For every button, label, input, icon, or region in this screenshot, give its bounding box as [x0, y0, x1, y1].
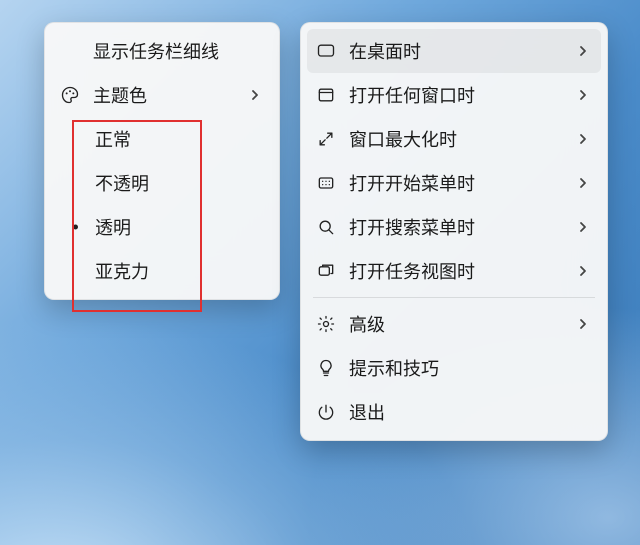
label: 透明 — [95, 214, 273, 240]
submenu-theme-color: 显示任务栏细线 主题色 正常 不透明 透明 亚克力 — [44, 22, 280, 300]
menu-item-window-maximized[interactable]: 窗口最大化时 — [307, 117, 601, 161]
menu-item-exit[interactable]: 退出 — [307, 390, 601, 434]
label: 打开搜索菜单时 — [349, 214, 565, 240]
menu-item-task-view-open[interactable]: 打开任务视图时 — [307, 249, 601, 293]
spacer-icon — [59, 40, 81, 62]
menu-item-any-window-open[interactable]: 打开任何窗口时 — [307, 73, 601, 117]
label: 主题色 — [93, 82, 237, 108]
label: 打开开始菜单时 — [349, 170, 565, 196]
power-icon — [315, 401, 337, 423]
selected-bullet-icon — [73, 225, 78, 230]
submenu-item-acrylic[interactable]: 亚克力 — [51, 249, 273, 293]
label: 打开任何窗口时 — [349, 82, 565, 108]
label: 在桌面时 — [349, 38, 565, 64]
search-icon — [315, 216, 337, 238]
menu-item-tips-tricks[interactable]: 提示和技巧 — [307, 346, 601, 390]
desktop-icon — [315, 40, 337, 62]
menu-item-show-thin-taskbar[interactable]: 显示任务栏细线 — [51, 29, 273, 73]
start-menu-icon — [315, 172, 337, 194]
label: 提示和技巧 — [349, 355, 591, 381]
lightbulb-icon — [315, 357, 337, 379]
label: 正常 — [95, 126, 273, 152]
menu-item-theme-color[interactable]: 主题色 — [51, 73, 273, 117]
label: 不透明 — [95, 170, 273, 196]
chevron-right-icon — [577, 173, 591, 194]
label: 高级 — [349, 311, 565, 337]
submenu-item-normal[interactable]: 正常 — [51, 117, 273, 161]
chevron-right-icon — [577, 314, 591, 335]
chevron-right-icon — [577, 41, 591, 62]
window-icon — [315, 84, 337, 106]
chevron-right-icon — [249, 85, 263, 106]
menu-item-start-menu-open[interactable]: 打开开始菜单时 — [307, 161, 601, 205]
label: 显示任务栏细线 — [93, 38, 263, 64]
menu-item-search-menu-open[interactable]: 打开搜索菜单时 — [307, 205, 601, 249]
chevron-right-icon — [577, 129, 591, 150]
label: 退出 — [349, 399, 591, 425]
task-view-icon — [315, 260, 337, 282]
label: 打开任务视图时 — [349, 258, 565, 284]
submenu-item-opaque[interactable]: 不透明 — [51, 161, 273, 205]
separator — [313, 297, 595, 298]
menu-item-advanced[interactable]: 高级 — [307, 302, 601, 346]
maximize-icon — [315, 128, 337, 150]
main-context-menu: 在桌面时 打开任何窗口时 窗口最大化时 打开开始菜单时 打开搜索菜单时 — [300, 22, 608, 441]
submenu-item-transparent[interactable]: 透明 — [51, 205, 273, 249]
gear-icon — [315, 313, 337, 335]
chevron-right-icon — [577, 261, 591, 282]
label: 亚克力 — [95, 258, 273, 284]
menu-item-on-desktop[interactable]: 在桌面时 — [307, 29, 601, 73]
chevron-right-icon — [577, 85, 591, 106]
palette-icon — [59, 84, 81, 106]
chevron-right-icon — [577, 217, 591, 238]
label: 窗口最大化时 — [349, 126, 565, 152]
